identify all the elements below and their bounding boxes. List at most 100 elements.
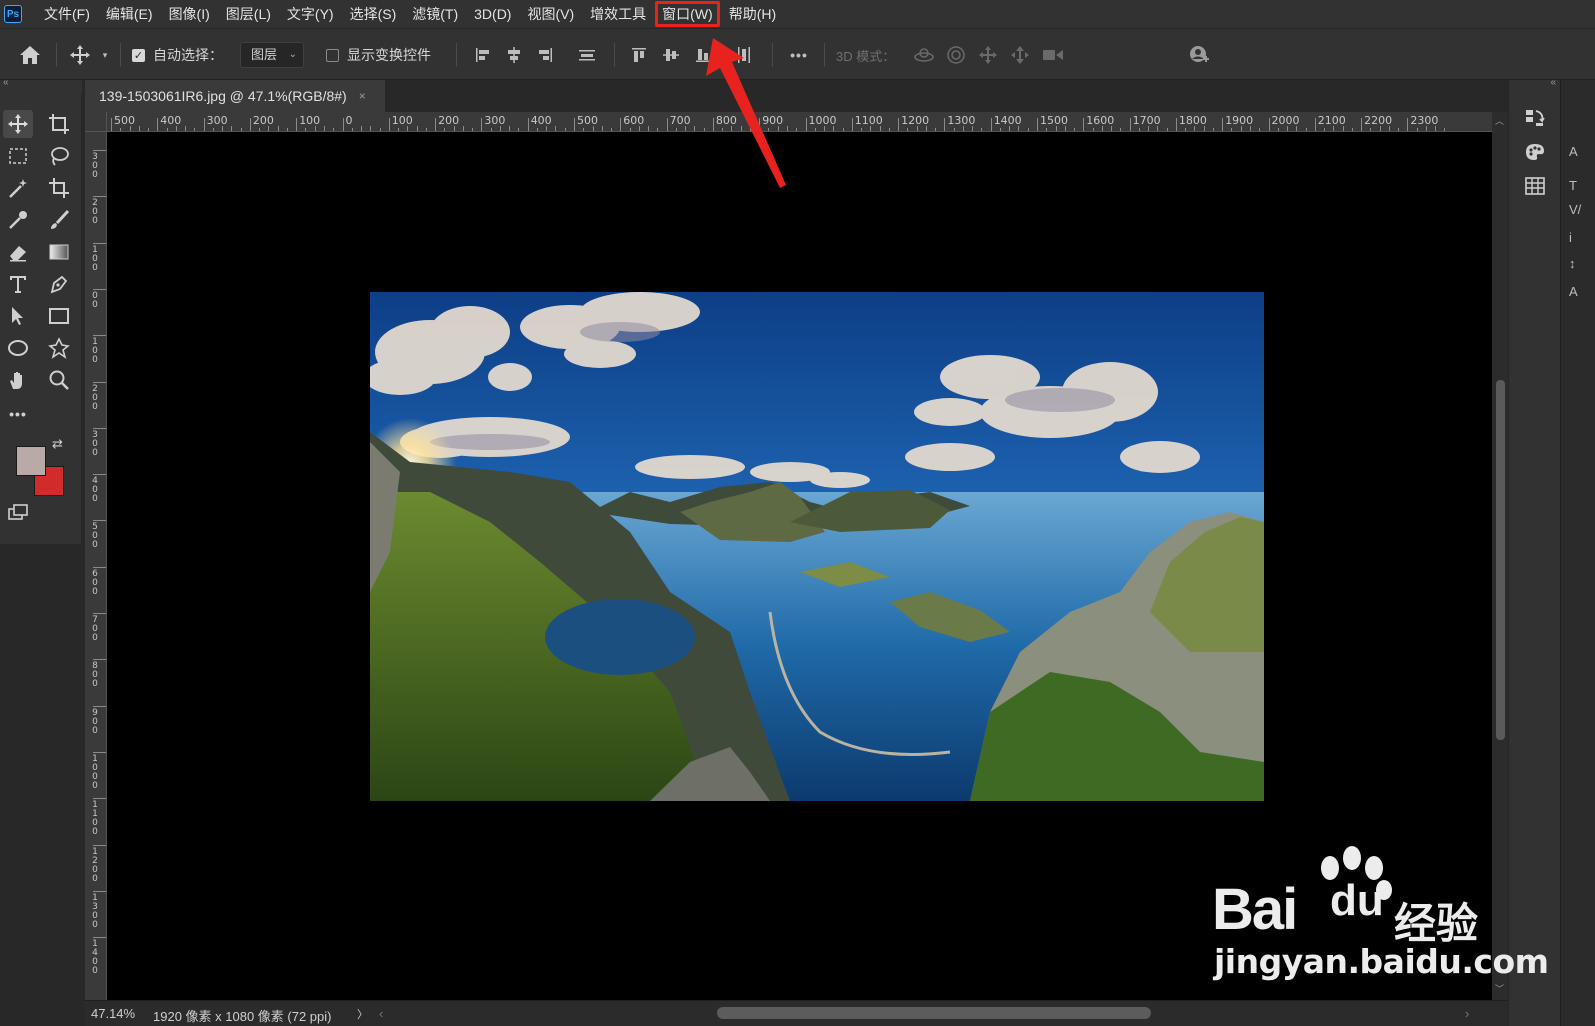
ruler-label: 100 bbox=[92, 337, 98, 366]
eyedropper-tool-icon[interactable] bbox=[3, 206, 33, 234]
menu-help[interactable]: 帮助(H) bbox=[721, 0, 784, 28]
gradient-tool-icon[interactable] bbox=[44, 238, 74, 266]
zoom-level[interactable]: 47.14% bbox=[91, 1006, 135, 1021]
status-info-menu-arrow[interactable]: 〉 bbox=[357, 1006, 368, 1022]
edge-label: V/ bbox=[1569, 202, 1582, 217]
orbit-icon[interactable] bbox=[912, 42, 936, 68]
home-icon[interactable] bbox=[16, 42, 44, 68]
ruler-tick bbox=[296, 118, 298, 131]
ruler-tick bbox=[93, 659, 106, 661]
slide-icon[interactable] bbox=[1008, 42, 1032, 68]
ruler-tick bbox=[712, 118, 714, 131]
align-top-icon[interactable] bbox=[628, 42, 650, 68]
pan-icon[interactable] bbox=[976, 42, 1000, 68]
ruler-tick bbox=[481, 118, 483, 131]
3d-mode-label: 3D 模式： bbox=[836, 42, 895, 68]
roll-icon[interactable] bbox=[944, 42, 968, 68]
screen-mode-icon[interactable] bbox=[3, 498, 33, 526]
menu-filter[interactable]: 滤镜(T) bbox=[404, 0, 466, 28]
document-tab[interactable]: 139-1503061IR6.jpg @ 47.1%(RGB/8#) × bbox=[85, 80, 385, 112]
more-options-icon[interactable]: ••• bbox=[784, 42, 814, 68]
history-panel-icon[interactable] bbox=[1523, 106, 1547, 130]
close-icon[interactable]: × bbox=[359, 89, 366, 103]
ruler-label: 200 bbox=[92, 198, 98, 227]
landscape-photo[interactable] bbox=[370, 292, 1264, 801]
menu-3d[interactable]: 3D(D) bbox=[466, 0, 519, 28]
ruler-label: 300 bbox=[206, 114, 228, 127]
ruler-tick bbox=[249, 118, 251, 131]
path-selection-tool-icon[interactable] bbox=[3, 302, 33, 330]
collapse-chevron-icon[interactable]: « bbox=[3, 77, 9, 88]
edit-toolbar-more-icon[interactable]: ••• bbox=[3, 400, 33, 428]
align-left-icon[interactable] bbox=[472, 42, 494, 68]
menu-file[interactable]: 文件(F) bbox=[36, 0, 98, 28]
menu-image[interactable]: 图像(I) bbox=[161, 0, 218, 28]
show-transform-checkbox[interactable] bbox=[326, 48, 339, 62]
ruler-tick bbox=[93, 937, 106, 939]
ruler-tick bbox=[1129, 118, 1131, 131]
align-right-icon[interactable] bbox=[534, 42, 556, 68]
magic-wand-tool-icon[interactable] bbox=[3, 174, 33, 202]
ruler-origin[interactable] bbox=[85, 112, 107, 132]
align-bottom-icon[interactable] bbox=[692, 42, 714, 68]
align-vertical-center-icon[interactable] bbox=[660, 42, 682, 68]
profile-icon[interactable] bbox=[1186, 42, 1212, 68]
foreground-color-swatch[interactable] bbox=[16, 446, 46, 476]
ellipse-tool-icon[interactable] bbox=[3, 334, 33, 362]
ruler-label: 1100 bbox=[854, 114, 883, 127]
type-tool-icon[interactable] bbox=[3, 270, 33, 298]
ruler-tick bbox=[93, 751, 106, 753]
show-transform-option[interactable]: 显示变换控件 bbox=[326, 42, 431, 68]
ruler-tick bbox=[666, 118, 668, 131]
zoom-tool-icon[interactable] bbox=[44, 366, 74, 394]
ruler-tick bbox=[342, 118, 344, 131]
swap-colors-icon[interactable]: ⇄ bbox=[52, 436, 63, 452]
ruler-label: 1200 bbox=[901, 114, 930, 127]
brush-tool-icon[interactable] bbox=[44, 206, 74, 234]
swatches-grid-icon[interactable] bbox=[1523, 174, 1547, 198]
eraser-tool-icon[interactable] bbox=[3, 238, 33, 266]
artboard-tool-icon[interactable] bbox=[44, 110, 74, 138]
vertical-ruler[interactable]: 300 200 100 00 100 200 300 400 500 600 700 800 900 10… bbox=[85, 132, 107, 1000]
auto-select-option[interactable]: ✓ 自动选择： bbox=[132, 42, 223, 68]
ruler-label: 300 bbox=[92, 152, 98, 180]
document-info: 1920 像素 x 1080 像素 (72 ppi) bbox=[153, 1009, 332, 1024]
ruler-label: 0 bbox=[345, 114, 353, 127]
menu-select[interactable]: 选择(S) bbox=[342, 0, 405, 28]
menu-layer[interactable]: 图层(L) bbox=[218, 0, 279, 28]
marquee-tool-icon[interactable] bbox=[3, 142, 33, 170]
scroll-right-icon[interactable]: › bbox=[1465, 1006, 1469, 1021]
custom-shape-tool-icon[interactable] bbox=[44, 334, 74, 362]
crop-tool-icon[interactable] bbox=[44, 174, 74, 202]
chevron-down-icon[interactable]: ▾ bbox=[98, 42, 112, 68]
menu-window[interactable]: 窗口(W) bbox=[654, 0, 721, 28]
auto-select-checkbox[interactable]: ✓ bbox=[132, 48, 145, 62]
toolbar-collapse-bar[interactable]: « bbox=[0, 77, 82, 94]
move-tool-icon[interactable] bbox=[3, 110, 33, 138]
distribute-vertical-icon[interactable] bbox=[576, 42, 598, 68]
status-bar: 47.14% 1920 像素 x 1080 像素 (72 ppi) 〉 ‹ › bbox=[85, 1000, 1508, 1026]
scale-camera-icon[interactable] bbox=[1040, 42, 1066, 68]
horizontal-ruler[interactable]: 500 400 300 200 100 0 100 200 300 400 500 600 700 800… bbox=[107, 112, 1492, 132]
move-tool-icon[interactable] bbox=[66, 42, 94, 68]
scroll-left-icon[interactable]: ‹ bbox=[379, 1006, 383, 1021]
color-palette-icon[interactable] bbox=[1523, 140, 1547, 164]
menu-edit[interactable]: 编辑(E) bbox=[98, 0, 161, 28]
auto-select-target-dropdown[interactable]: 图层 ⌄ bbox=[240, 42, 304, 68]
edge-label: A bbox=[1569, 144, 1578, 159]
lasso-tool-icon[interactable] bbox=[44, 142, 74, 170]
menu-plugins[interactable]: 增效工具 bbox=[582, 0, 654, 28]
scroll-up-icon[interactable]: ︿ bbox=[1495, 114, 1504, 127]
rectangle-tool-icon[interactable] bbox=[44, 302, 74, 330]
menu-view[interactable]: 视图(V) bbox=[519, 0, 582, 28]
horizontal-scrollbar-thumb[interactable] bbox=[717, 1007, 1151, 1019]
3d-mode-text: 3D 模式： bbox=[836, 48, 896, 64]
distribute-horizontal-icon[interactable] bbox=[733, 42, 755, 68]
menu-type[interactable]: 文字(Y) bbox=[279, 0, 342, 28]
align-horizontal-center-icon[interactable] bbox=[503, 42, 525, 68]
pen-tool-icon[interactable] bbox=[44, 270, 74, 298]
collapse-chevron-icon[interactable]: « bbox=[1550, 77, 1556, 88]
ruler-label: 00 bbox=[92, 290, 98, 310]
vertical-scrollbar-thumb[interactable] bbox=[1496, 380, 1505, 740]
hand-tool-icon[interactable] bbox=[3, 366, 33, 394]
